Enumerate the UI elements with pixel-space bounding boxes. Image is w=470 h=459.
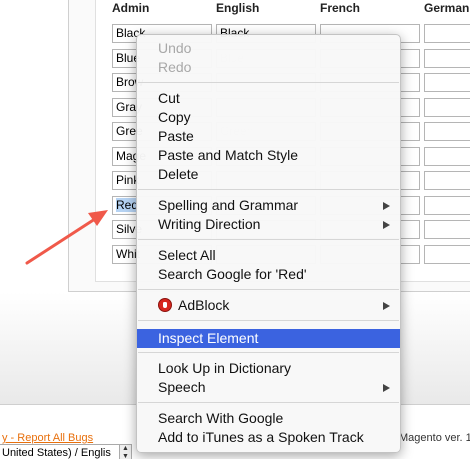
- select-arrows-icon: ▲ ▼: [119, 445, 131, 459]
- menu-item-copy[interactable]: Copy: [137, 108, 400, 127]
- menu-item-adblock[interactable]: AdBlock: [137, 296, 400, 315]
- german-value-input[interactable]: [424, 73, 470, 92]
- german-value-input[interactable]: [424, 122, 470, 141]
- german-value-input[interactable]: [424, 98, 470, 117]
- german-value-input[interactable]: [424, 24, 470, 43]
- menu-item-paste-match-style[interactable]: Paste and Match Style: [137, 146, 400, 165]
- menu-item-adblock-label: AdBlock: [178, 297, 230, 313]
- column-header-english: English: [216, 1, 260, 15]
- german-value-input[interactable]: [424, 220, 470, 239]
- menu-item-delete[interactable]: Delete: [137, 165, 400, 184]
- adblock-icon: [158, 298, 172, 312]
- submenu-arrow-icon: [383, 202, 390, 210]
- submenu-arrow-icon: [383, 221, 390, 229]
- column-header-admin: Admin: [112, 1, 150, 15]
- column-header-german: German: [424, 1, 470, 15]
- menu-item-undo: Undo: [158, 40, 192, 56]
- menu-item-search-google-for[interactable]: Search Google for 'Red': [137, 265, 400, 284]
- menu-item-inspect-element[interactable]: Inspect Element: [137, 329, 400, 348]
- menu-separator: [138, 352, 399, 353]
- report-bugs-link[interactable]: y - Report All Bugs: [2, 432, 93, 444]
- german-value-input[interactable]: [424, 171, 470, 190]
- column-header-french: French: [320, 1, 361, 15]
- menu-item-speech-label: Speech: [158, 379, 206, 395]
- menu-item-add-to-itunes[interactable]: Add to iTunes as a Spoken Track: [137, 428, 400, 447]
- german-value-input[interactable]: [424, 49, 470, 68]
- german-value-input[interactable]: [424, 245, 470, 264]
- locale-select-value: United States) / Englis: [2, 447, 111, 459]
- menu-separator: [138, 82, 399, 83]
- menu-item-paste[interactable]: Paste: [137, 127, 400, 146]
- menu-separator: [138, 289, 399, 290]
- menu-separator: [138, 320, 399, 321]
- menu-item-writing-direction[interactable]: Writing Direction: [137, 215, 400, 234]
- submenu-arrow-icon: [383, 384, 390, 392]
- magento-version: Magento ver. 1: [399, 432, 470, 444]
- menu-item-speech[interactable]: Speech: [137, 378, 400, 397]
- menu-separator: [138, 189, 399, 190]
- menu-item-select-all[interactable]: Select All: [137, 246, 400, 265]
- menu-separator: [138, 239, 399, 240]
- menu-item-cut[interactable]: Cut: [137, 89, 400, 108]
- menu-separator: [138, 402, 399, 403]
- menu-item-redo: Redo: [158, 59, 192, 75]
- german-value-input[interactable]: [424, 147, 470, 166]
- context-menu: Undo Redo Cut Copy Paste Paste and Match…: [136, 34, 401, 453]
- menu-item-look-up-dictionary[interactable]: Look Up in Dictionary: [137, 359, 400, 378]
- menu-item-writing-direction-label: Writing Direction: [158, 216, 261, 232]
- locale-select[interactable]: United States) / Englis ▲ ▼: [0, 444, 132, 459]
- admin-value-text: Red: [116, 198, 139, 212]
- menu-item-spelling-grammar[interactable]: Spelling and Grammar: [137, 196, 400, 215]
- submenu-arrow-icon: [383, 302, 390, 310]
- menu-item-spelling-grammar-label: Spelling and Grammar: [158, 197, 299, 213]
- german-value-input[interactable]: [424, 196, 470, 215]
- menu-item-search-with-google[interactable]: Search With Google: [137, 409, 400, 428]
